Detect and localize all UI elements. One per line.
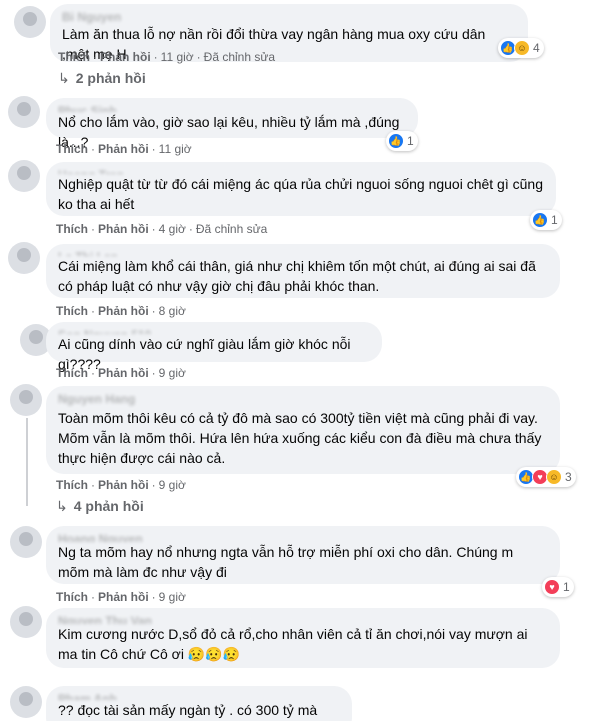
comment-actions: Thích · Phản hồi · 4 giờ · Đã chỉnh sửa [56, 222, 268, 236]
comment-author[interactable]: Nguyen Hang [58, 392, 548, 408]
comment-time[interactable]: 9 giờ [159, 590, 186, 604]
comment-author[interactable]: Pham Anh [58, 692, 340, 700]
comment-bubble: Hoang Nguyen Ng ta mõm hay nổ nhưng ngta… [46, 526, 560, 584]
reaction-summary[interactable]: 👍 ♥ ☺ 3 [516, 467, 576, 487]
comment-text: ?? đọc tài sản mấy ngàn tỷ . có 300 tỷ m… [58, 702, 318, 718]
comment-author[interactable]: Bi Nguyen [62, 10, 516, 24]
haha-reaction-icon: ☺ [546, 469, 562, 485]
avatar[interactable] [8, 160, 40, 192]
comment-author[interactable]: Phuc Sinh [58, 104, 406, 112]
comment-bubble: Phuc Sinh Nổ cho lắm vào, giờ sao lại kê… [46, 98, 418, 150]
avatar[interactable] [10, 686, 42, 718]
comment-time[interactable]: 9 giờ [159, 478, 186, 492]
comment-text: Toàn mõm thôi kêu có cả tỷ đô mà sao có … [58, 410, 542, 466]
reaction-count: 1 [551, 213, 558, 227]
comment-actions: Thích · Phản hồi · 11 giờ · Đã chỉnh sửa [58, 50, 276, 64]
reply-link[interactable]: Phản hồi [98, 366, 149, 380]
like-link[interactable]: Thích [56, 590, 88, 604]
comment-text: Cái miệng làm khổ cái thân, giá như chị … [58, 258, 536, 294]
like-link[interactable]: Thích [56, 222, 88, 236]
reaction-summary[interactable]: 👍 1 [530, 210, 562, 230]
reply-link[interactable]: Phản hồi [98, 478, 149, 492]
avatar[interactable] [10, 606, 42, 638]
reaction-count: 1 [407, 134, 414, 148]
comment-author[interactable]: Hoang Nguyen [58, 532, 548, 542]
comment-time[interactable]: 9 giờ [159, 366, 186, 380]
comment-author[interactable]: Son Nguyen 510 [58, 328, 370, 334]
like-link[interactable]: Thích [56, 366, 88, 380]
avatar[interactable] [8, 96, 40, 128]
replies-count: 4 phản hồi [73, 498, 144, 514]
reply-link[interactable]: Phản hồi [98, 590, 149, 604]
view-replies-link[interactable]: ↳ 2 phản hồi [58, 70, 146, 87]
reply-link[interactable]: Phản hồi [100, 50, 151, 64]
comment-time[interactable]: 8 giờ [159, 304, 186, 318]
thread-line [26, 418, 28, 506]
comment-bubble: Nguyen Hang Toàn mõm thôi kêu có cả tỷ đ… [46, 386, 560, 474]
reaction-count: 3 [565, 470, 572, 484]
comment-actions: Thích · Phản hồi · 8 giờ [56, 304, 186, 318]
like-reaction-icon: 👍 [532, 212, 548, 228]
reply-link[interactable]: Phản hồi [98, 304, 149, 318]
comment-bubble: Le Thi Lan Cái miệng làm khổ cái thân, g… [46, 244, 560, 298]
comment-actions: Thích · Phản hồi · 9 giờ [56, 590, 186, 604]
edited-label[interactable]: Đã chỉnh sửa [204, 50, 275, 64]
comment-time[interactable]: 11 giờ [159, 142, 192, 156]
comment-author[interactable]: Hoang Tran [58, 168, 544, 174]
reply-link[interactable]: Phản hồi [98, 222, 149, 236]
reply-link[interactable]: Phản hồi [98, 142, 149, 156]
like-link[interactable]: Thích [56, 142, 88, 156]
avatar[interactable] [14, 6, 46, 38]
avatar[interactable] [8, 242, 40, 274]
comment-bubble: Hoang Tran Nghiệp quật từ từ đó cái miện… [46, 162, 556, 216]
reaction-count: 1 [563, 580, 570, 594]
comment-time[interactable]: 4 giờ [159, 222, 186, 236]
comment-actions: Thích · Phản hồi · 9 giờ [56, 366, 186, 380]
comment-text: Nghiệp quật từ từ đó cái miệng ác qúa rủ… [58, 176, 543, 212]
comment-actions: Thích · Phản hồi · 9 giờ [56, 478, 186, 492]
comment-text: Ng ta mõm hay nổ nhưng ngta vẫn hỗ trợ m… [58, 544, 514, 580]
like-link[interactable]: Thích [56, 304, 88, 318]
comment-author[interactable]: Le Thi Lan [58, 250, 548, 256]
like-link[interactable]: Thích [56, 478, 88, 492]
reaction-summary[interactable]: 👍 ☺ 4 [498, 38, 544, 58]
view-replies-link[interactable]: ↳ 4 phản hồi [56, 498, 144, 515]
edited-label[interactable]: Đã chỉnh sửa [196, 222, 267, 236]
comment-bubble: Pham Anh ?? đọc tài sản mấy ngàn tỷ . có… [46, 686, 352, 721]
comment-text: Kim cương nước D,sổ đỏ cả rổ,cho nhân vi… [58, 626, 528, 662]
avatar[interactable] [10, 384, 42, 416]
avatar[interactable] [10, 526, 42, 558]
comment-bubble: Nguyen Thu Van Kim cương nước D,sổ đỏ cả… [46, 608, 560, 668]
reaction-summary[interactable]: 👍 1 [386, 131, 418, 151]
comment-bubble: Son Nguyen 510 Ai cũng dính vào cứ nghĩ … [46, 322, 382, 372]
love-reaction-icon: ♥ [544, 579, 560, 595]
reaction-count: 4 [533, 41, 540, 55]
reply-arrow-icon: ↳ [58, 70, 70, 86]
like-link[interactable]: Thích [58, 50, 90, 64]
reply-arrow-icon: ↳ [56, 498, 68, 514]
reaction-summary[interactable]: ♥ 1 [542, 577, 574, 597]
haha-reaction-icon: ☺ [514, 40, 530, 56]
replies-count: 2 phản hồi [75, 70, 146, 86]
comment-actions: Thích · Phản hồi · 11 giờ [56, 142, 192, 156]
comment-time[interactable]: 11 giờ [161, 50, 194, 64]
like-reaction-icon: 👍 [388, 133, 404, 149]
comment-author[interactable]: Nguyen Thu Van [58, 614, 548, 624]
